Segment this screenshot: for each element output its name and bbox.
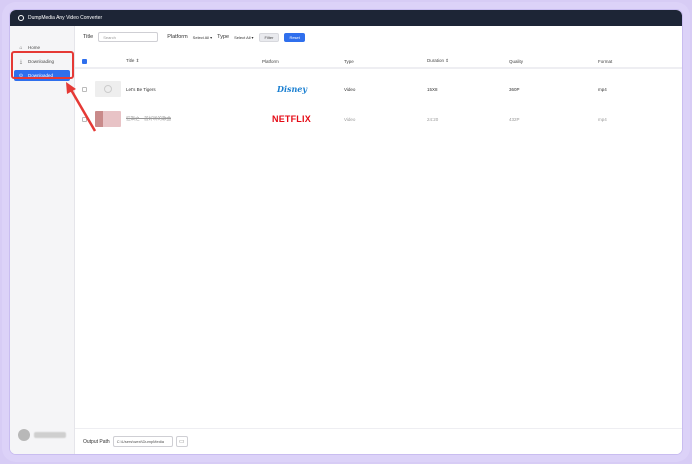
video-thumbnail — [95, 111, 121, 127]
output-bar: Output Path C:\Users\wexi\DumpMedia ▭ — [75, 428, 682, 454]
output-path-label: Output Path — [83, 438, 110, 445]
folder-icon[interactable]: ▭ — [175, 436, 188, 447]
app-window: DumpMedia Any Video Converter ⌂ Home ⤓ D… — [10, 10, 682, 454]
placeholder-icon — [104, 85, 112, 93]
row-checkbox[interactable] — [82, 116, 87, 122]
type-select-value: Select All — [234, 34, 251, 40]
row-type: Video — [344, 116, 356, 122]
sidebar-item-label: Home — [28, 45, 41, 50]
home-icon: ⌂ — [19, 44, 23, 51]
filter-bar: Title Search Platform Select All ▾ Type … — [75, 26, 682, 48]
row-title: Let's Be Tigers — [126, 86, 156, 92]
app-logo-icon — [18, 15, 24, 21]
sidebar: ⌂ Home ⤓ Downloading ⊙ Downloaded — [10, 26, 75, 454]
highlight-annotation — [11, 51, 74, 79]
reset-button[interactable]: Reset — [284, 32, 305, 42]
platform-select[interactable]: Select All ▾ — [193, 35, 212, 40]
row-quality: 360P — [509, 86, 520, 92]
chevron-down-icon: ▾ — [251, 34, 254, 40]
column-platform: Platform — [262, 58, 279, 64]
row-duration: 24:20 — [427, 116, 439, 122]
row-type: Video — [344, 86, 356, 92]
netflix-logo: NETFLIX — [272, 114, 311, 124]
type-filter-label: Type — [217, 34, 230, 40]
column-quality: Quality — [509, 58, 524, 64]
chevron-down-icon: ▾ — [210, 34, 213, 40]
platform-select-value: Select All — [192, 34, 210, 40]
select-all-checkbox[interactable] — [82, 58, 87, 64]
title-filter-label: Title — [83, 34, 94, 40]
row-quality: 432P — [509, 116, 520, 122]
avatar — [18, 429, 30, 441]
window-title: DumpMedia Any Video Converter — [28, 15, 103, 21]
video-thumbnail — [95, 81, 121, 97]
column-type: Type — [344, 58, 354, 64]
column-format: Format — [598, 58, 613, 64]
table-row[interactable]: 狂飙之一首好听的歌曲 NETFLIX Video 24:20 432P mp4 — [75, 104, 682, 134]
column-title[interactable]: Title ⇕ — [126, 58, 139, 64]
user-account[interactable] — [18, 428, 68, 442]
user-name-blurred — [34, 432, 66, 438]
row-format: mp4 — [598, 116, 607, 122]
platform-filter-label: Platform — [167, 34, 188, 40]
row-format: mp4 — [598, 86, 607, 92]
output-path-field[interactable]: C:\Users\wexi\DumpMedia — [112, 436, 173, 447]
table-header: Title ⇕ Platform Type Duration ⇕ Quality… — [75, 55, 682, 69]
disney-logo: Disney — [277, 84, 308, 94]
row-duration: 15X8 — [427, 86, 438, 92]
type-select[interactable]: Select All ▾ — [234, 35, 253, 40]
app-body: ⌂ Home ⤓ Downloading ⊙ Downloaded Title … — [10, 26, 682, 454]
row-checkbox[interactable] — [82, 86, 87, 92]
search-input[interactable]: Search — [98, 32, 159, 42]
table-row[interactable]: Let's Be Tigers Disney Video 15X8 360P m… — [75, 74, 682, 104]
title-bar: DumpMedia Any Video Converter — [10, 10, 682, 26]
row-title: 狂飙之一首好听的歌曲 — [126, 116, 171, 121]
column-duration[interactable]: Duration ⇕ — [427, 58, 449, 64]
main-panel: Title Search Platform Select All ▾ Type … — [75, 26, 682, 454]
filter-button[interactable]: Filter — [258, 32, 280, 42]
